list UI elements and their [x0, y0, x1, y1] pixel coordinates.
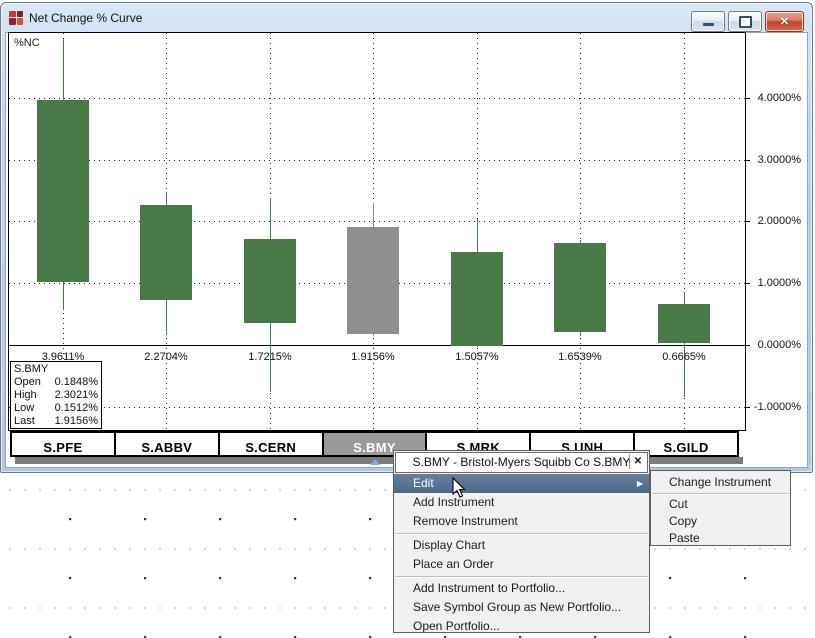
- context-menu-item-add-instrument-to-portfolio[interactable]: Add Instrument to Portfolio...: [394, 579, 649, 598]
- ohlc-tooltip-rows: Open 0.1848% High 2.3021% Low 0.1512% Last 1.91…: [14, 376, 98, 428]
- candle-body-s-gild[interactable]: [658, 304, 710, 343]
- y-axis-label: 2.0000%: [749, 215, 801, 227]
- edit-submenu: Change Instrument Cut Copy Paste: [650, 470, 791, 546]
- tooltip-row-value: 1.9156%: [55, 415, 98, 428]
- candle-body-s-bmy[interactable]: [347, 227, 399, 334]
- context-menu-item-open-portfolio[interactable]: Open Portfolio...: [394, 617, 649, 633]
- edit-submenu-item-paste[interactable]: Paste: [651, 530, 790, 546]
- window-titlebar[interactable]: Net Change % Curve ✕: [3, 4, 810, 31]
- submenu-arrow-icon: ▶: [637, 474, 643, 493]
- menu-item-label: Cut: [669, 497, 688, 511]
- gridline-h: [9, 221, 745, 222]
- menu-item-label: Add Instrument to Portfolio...: [413, 581, 565, 595]
- tooltip-symbol: S.BMY: [14, 363, 98, 376]
- tooltip-row-high: High 2.3021%: [14, 389, 98, 402]
- candle-value-label-s-gild: 0.6665%: [644, 351, 724, 363]
- menu-item-label: Paste: [669, 531, 700, 545]
- menu-item-label: Copy: [669, 514, 697, 528]
- context-menu-title: S.BMY - Bristol-Myers Squibb Co S.BMY: [413, 455, 631, 469]
- menu-item-label: Remove Instrument: [413, 514, 518, 528]
- y-axis-label: 4.0000%: [749, 92, 801, 104]
- y-axis-label: 1.0000%: [749, 277, 801, 289]
- candle-body-s-mrk[interactable]: [451, 252, 503, 346]
- tooltip-row-value: 2.3021%: [55, 389, 98, 402]
- candle-body-s-abbv[interactable]: [140, 205, 192, 300]
- tooltip-row-label: High: [14, 389, 37, 402]
- y-axis: 4.0000% 3.0000% 2.0000% 1.0000% 0.0000% -1.00…: [745, 0, 805, 463]
- tooltip-row-label: Last: [14, 415, 35, 428]
- edit-submenu-items: Change Instrument Cut Copy Paste: [651, 473, 790, 546]
- gridline-h: [9, 345, 745, 346]
- gridline-h: [9, 160, 745, 161]
- tooltip-row-open: Open 0.1848%: [14, 376, 98, 389]
- chart-plot-area[interactable]: %NC 3.9611%2.2704%1.7215%1.9156%1.5057%1…: [8, 32, 746, 431]
- candle-value-label-s-unh: 1.6539%: [540, 351, 620, 363]
- y-axis-label: -1.0000%: [749, 401, 801, 413]
- minimize-button[interactable]: [691, 11, 725, 32]
- candle-body-s-cern[interactable]: [244, 239, 296, 323]
- ohlc-tooltip: S.BMY Open0.1848%High2.3021%Low0.1512%La…: [10, 361, 102, 429]
- menu-item-label: Change Instrument: [669, 475, 771, 489]
- candle-value-label-s-mrk: 1.5057%: [437, 351, 517, 363]
- menu-item-label: Save Symbol Group as New Portfolio...: [413, 600, 621, 614]
- context-menu: S.BMY - Bristol-Myers Squibb Co S.BMY ✕ …: [393, 450, 650, 633]
- context-menu-close-icon[interactable]: ✕: [629, 454, 646, 469]
- menu-item-label: Edit: [413, 476, 434, 490]
- tooltip-row-value: 0.1848%: [55, 376, 98, 389]
- symbol-tab-s-pfe[interactable]: S.PFE: [10, 431, 116, 457]
- tooltip-row-label: Open: [14, 376, 41, 389]
- menu-item-label: Open Portfolio...: [413, 619, 500, 633]
- y-axis-tick: [745, 98, 750, 99]
- gridline-v: [580, 33, 581, 430]
- window-title: Net Change % Curve: [29, 11, 142, 25]
- app-icon: [9, 11, 23, 25]
- context-menu-item-display-chart[interactable]: Display Chart: [394, 536, 649, 555]
- candle-value-label-s-abbv: 2.2704%: [126, 351, 206, 363]
- y-axis-tick: [745, 221, 750, 222]
- app-icon-square: [17, 18, 24, 25]
- gridline-h: [9, 407, 745, 408]
- y-axis-tick: [745, 407, 750, 408]
- mouse-cursor: [452, 477, 468, 499]
- context-menu-separator: [395, 533, 648, 535]
- minimize-icon: [703, 23, 714, 26]
- candle-body-s-unh[interactable]: [554, 243, 606, 332]
- candle-body-s-pfe[interactable]: [37, 100, 89, 282]
- tooltip-row-label: Low: [14, 402, 34, 415]
- context-menu-item-add-instrument[interactable]: Add Instrument: [394, 493, 649, 512]
- y-axis-label: 0.0000%: [749, 339, 801, 351]
- edit-submenu-item-cut[interactable]: Cut: [651, 496, 790, 513]
- symbol-tab-s-cern[interactable]: S.CERN: [218, 431, 324, 457]
- symbol-tab-s-abbv[interactable]: S.ABBV: [114, 431, 220, 457]
- edit-submenu-item-copy[interactable]: Copy: [651, 513, 790, 530]
- y-axis-tick: [745, 283, 750, 284]
- selected-symbol-indicator-icon: [370, 459, 380, 465]
- candle-value-label-s-bmy: 1.9156%: [333, 351, 413, 363]
- context-menu-header: S.BMY - Bristol-Myers Squibb Co S.BMY ✕: [395, 452, 648, 473]
- app-icon-square: [9, 11, 16, 18]
- gridline-h: [9, 98, 745, 99]
- app-icon-square: [9, 18, 16, 25]
- tooltip-row-value: 0.1512%: [55, 402, 98, 415]
- context-menu-item-save-symbol-group-as-new-portfolio[interactable]: Save Symbol Group as New Portfolio...: [394, 598, 649, 617]
- app-icon-square: [17, 11, 24, 18]
- menu-item-label: Place an Order: [413, 557, 494, 571]
- context-menu-separator: [395, 576, 648, 578]
- menu-item-label: Display Chart: [413, 538, 485, 552]
- edit-submenu-separator: [652, 493, 789, 495]
- y-axis-tick: [745, 345, 750, 346]
- context-menu-item-edit[interactable]: Edit ▶: [394, 474, 649, 493]
- candle-value-label-s-cern: 1.7215%: [230, 351, 310, 363]
- y-axis-label: 3.0000%: [749, 154, 801, 166]
- chart-corner-label: %NC: [14, 37, 40, 49]
- tooltip-row-low: Low 0.1512%: [14, 402, 98, 415]
- context-menu-items: Edit ▶Add Instrument Remove Instrument Disp…: [394, 474, 649, 633]
- context-menu-item-remove-instrument[interactable]: Remove Instrument: [394, 512, 649, 531]
- context-menu-item-place-an-order[interactable]: Place an Order: [394, 555, 649, 574]
- y-axis-tick: [745, 160, 750, 161]
- tooltip-row-last: Last 1.9156%: [14, 415, 98, 428]
- edit-submenu-item-change-instrument[interactable]: Change Instrument: [651, 473, 790, 491]
